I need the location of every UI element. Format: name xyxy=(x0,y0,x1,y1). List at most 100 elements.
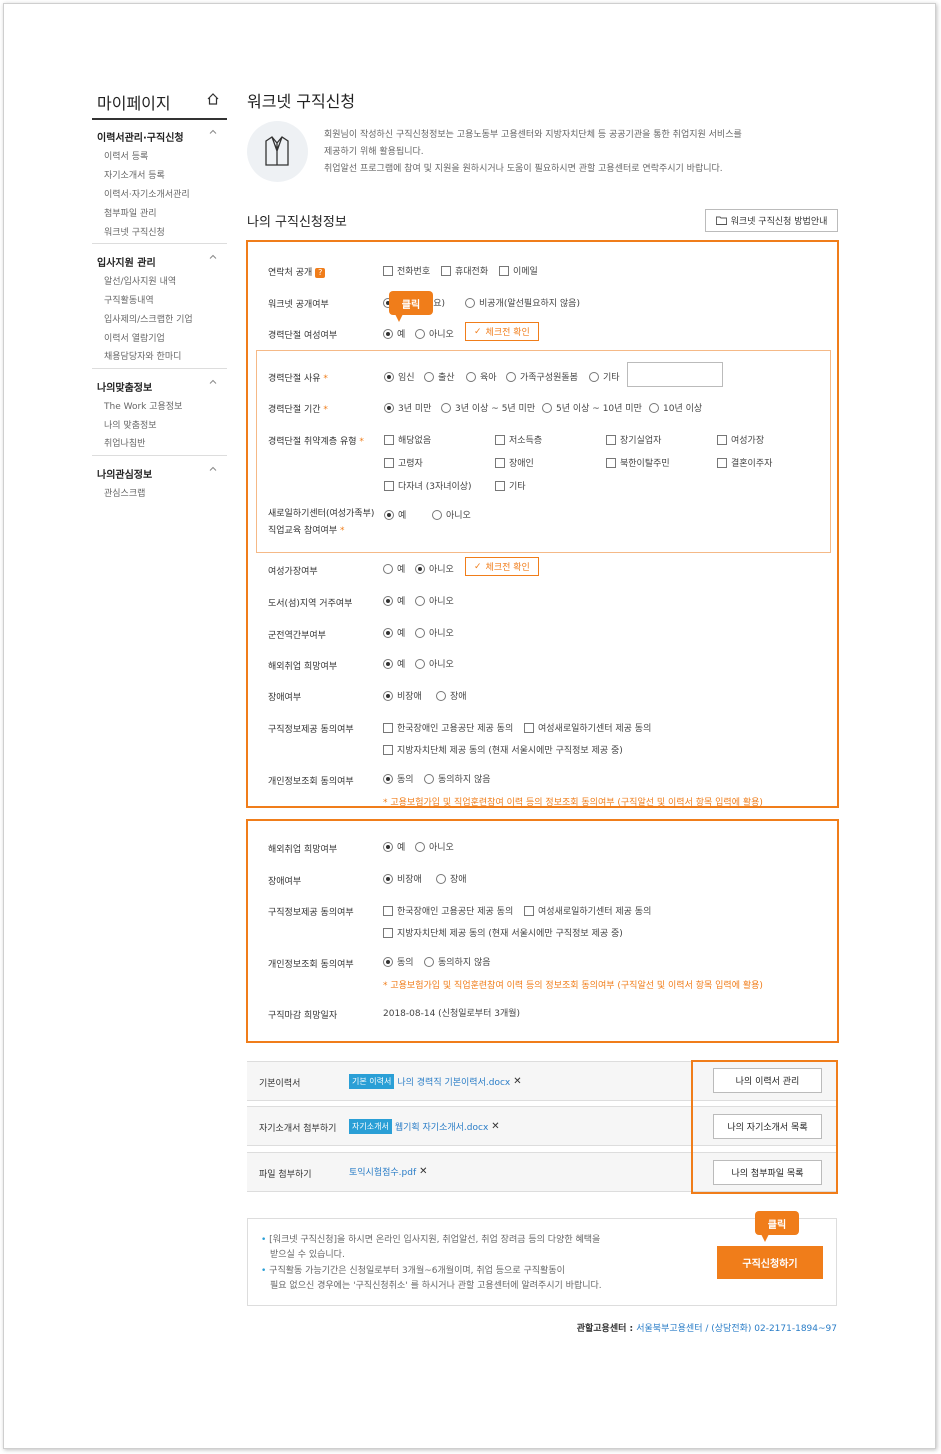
radio[interactable] xyxy=(415,627,425,638)
center-yes[interactable]: 예 xyxy=(384,508,406,521)
file-link[interactable]: 토익시험점수.pdf xyxy=(349,1165,416,1178)
radio[interactable] xyxy=(383,873,393,884)
overseas-no[interactable]: 아니오 xyxy=(415,657,454,670)
guide-button[interactable]: 워크넷 구직신청 방법안내 xyxy=(705,209,838,232)
sidebar-item-offers[interactable]: 입사제의/스크랩한 기업 xyxy=(104,312,193,325)
checkbox[interactable] xyxy=(383,744,393,755)
reason-other[interactable]: 기타 xyxy=(589,370,620,383)
radio[interactable] xyxy=(436,690,446,701)
radio[interactable] xyxy=(383,627,393,638)
disability-no-2[interactable]: 비장애 xyxy=(383,872,422,885)
sidebar-item-activity[interactable]: 구직활동내역 xyxy=(104,293,154,306)
privacy-agree-2[interactable]: 동의 xyxy=(383,955,414,968)
consent-local-gov-2[interactable]: 지방자치단체 제공 동의 (현재 서울시에만 구직정보 제공 중) xyxy=(383,926,623,939)
disability-yes-2[interactable]: 장애 xyxy=(436,872,467,885)
checkbox[interactable] xyxy=(384,434,394,445)
checkbox[interactable] xyxy=(499,265,509,276)
my-attachment-button[interactable]: 나의 첨부파일 목록 xyxy=(713,1160,822,1185)
military-no[interactable]: 아니오 xyxy=(415,626,454,639)
radio[interactable] xyxy=(383,690,393,701)
radio[interactable] xyxy=(424,371,434,382)
consent-disabled-agency[interactable]: 한국장애인 고용공단 제공 동의 xyxy=(383,721,513,734)
privacy-disagree-2[interactable]: 동의하지 않음 xyxy=(424,955,491,968)
sidebar-item-recruiter[interactable]: 채용담당자와 한마디 xyxy=(104,349,181,362)
radio[interactable] xyxy=(415,841,425,852)
radio[interactable] xyxy=(415,658,425,669)
radio[interactable] xyxy=(383,328,393,339)
reason-other-input[interactable] xyxy=(627,362,723,387)
radio[interactable] xyxy=(383,773,393,784)
close-icon[interactable]: ✕ xyxy=(419,1166,427,1177)
checkbox[interactable] xyxy=(524,905,534,916)
island-yes[interactable]: 예 xyxy=(383,594,405,607)
period-over10[interactable]: 10년 이상 xyxy=(649,401,702,414)
career-break-no[interactable]: 아니오 xyxy=(415,327,454,340)
file-link[interactable]: 웹기획 자기소개서.docx xyxy=(395,1120,488,1133)
checkbox[interactable] xyxy=(441,265,451,276)
checkbox[interactable] xyxy=(384,480,394,491)
center-no[interactable]: 아니오 xyxy=(432,508,471,521)
radio[interactable] xyxy=(415,328,425,339)
sidebar-item-worknet-apply[interactable]: 워크넷 구직신청 xyxy=(104,225,165,238)
help-icon[interactable]: ? xyxy=(315,268,326,278)
vulnerable-disabled[interactable]: 장애인 xyxy=(495,456,534,469)
check-button-2[interactable]: ✓ 체크전 확인 xyxy=(465,557,539,576)
checkbox[interactable] xyxy=(717,434,727,445)
vulnerable-long-unemployed[interactable]: 장기실업자 xyxy=(606,433,661,446)
privacy-agree[interactable]: 동의 xyxy=(383,772,414,785)
sidebar-item-resume-manage[interactable]: 이력서·자기소개서관리 xyxy=(104,187,190,200)
checkbox[interactable] xyxy=(717,457,727,468)
home-icon[interactable] xyxy=(206,92,220,106)
sidebar-group-interest[interactable]: 나의관심정보 xyxy=(97,466,217,481)
reason-pregnancy[interactable]: 임신 xyxy=(384,370,415,383)
radio[interactable] xyxy=(415,595,425,606)
sidebar-item-resume-register[interactable]: 이력서 등록 xyxy=(104,149,148,162)
vulnerable-multi-child[interactable]: 다자녀 (3자녀이상) xyxy=(384,479,472,492)
consent-women-center-2[interactable]: 여성새로일하기센터 제공 동의 xyxy=(524,904,651,917)
disability-yes[interactable]: 장애 xyxy=(436,689,467,702)
sidebar-item-my-custom[interactable]: 나의 맞춤정보 xyxy=(104,418,157,431)
female-head-yes[interactable]: 예 xyxy=(383,562,405,575)
vulnerable-other[interactable]: 기타 xyxy=(495,479,526,492)
radio[interactable] xyxy=(384,509,394,520)
checkbox[interactable] xyxy=(383,905,393,916)
radio[interactable] xyxy=(384,402,394,413)
checkbox[interactable] xyxy=(383,265,393,276)
overseas-yes-2[interactable]: 예 xyxy=(383,840,405,853)
vulnerable-none[interactable]: 해당없음 xyxy=(384,433,431,446)
contact-phone[interactable]: 전화번호 xyxy=(383,264,430,277)
office-link[interactable]: 서울북부고용센터 / (상담전화) 02-2171-1894~97 xyxy=(636,1324,837,1334)
radio[interactable] xyxy=(384,371,394,382)
checkbox[interactable] xyxy=(606,457,616,468)
overseas-yes[interactable]: 예 xyxy=(383,657,405,670)
radio[interactable] xyxy=(424,773,434,784)
radio[interactable] xyxy=(465,297,475,308)
sidebar-group-application[interactable]: 입사지원 관리 xyxy=(97,254,217,269)
sidebar-item-scrap[interactable]: 관심스크랩 xyxy=(104,486,145,499)
privacy-disagree[interactable]: 동의하지 않음 xyxy=(424,772,491,785)
radio[interactable] xyxy=(383,658,393,669)
checkbox[interactable] xyxy=(383,722,393,733)
reason-birth[interactable]: 출산 xyxy=(424,370,455,383)
vulnerable-low-income[interactable]: 저소득층 xyxy=(495,433,542,446)
overseas-no-2[interactable]: 아니오 xyxy=(415,840,454,853)
sidebar-item-cover-register[interactable]: 자기소개서 등록 xyxy=(104,168,165,181)
consent-women-center[interactable]: 여성새로일하기센터 제공 동의 xyxy=(524,721,651,734)
radio[interactable] xyxy=(649,402,659,413)
radio[interactable] xyxy=(383,841,393,852)
sidebar-group-custom[interactable]: 나의맞춤정보 xyxy=(97,379,217,394)
my-cover-letter-button[interactable]: 나의 자기소개서 목록 xyxy=(713,1114,822,1139)
radio[interactable] xyxy=(466,371,476,382)
radio[interactable] xyxy=(441,402,451,413)
worknet-public-no[interactable]: 비공개(알선필요하지 않음) xyxy=(465,296,580,309)
sidebar-item-history[interactable]: 알선/입사지원 내역 xyxy=(104,274,176,287)
radio[interactable] xyxy=(383,956,393,967)
career-break-yes[interactable]: 예 xyxy=(383,327,405,340)
sidebar-item-thework[interactable]: The Work 고용정보 xyxy=(104,399,182,412)
female-head-no[interactable]: 아니오 xyxy=(415,562,454,575)
consent-disabled-agency-2[interactable]: 한국장애인 고용공단 제공 동의 xyxy=(383,904,513,917)
close-icon[interactable]: ✕ xyxy=(491,1121,499,1132)
my-resume-button[interactable]: 나의 이력서 관리 xyxy=(713,1068,822,1093)
contact-mobile[interactable]: 휴대전화 xyxy=(441,264,488,277)
radio[interactable] xyxy=(383,595,393,606)
